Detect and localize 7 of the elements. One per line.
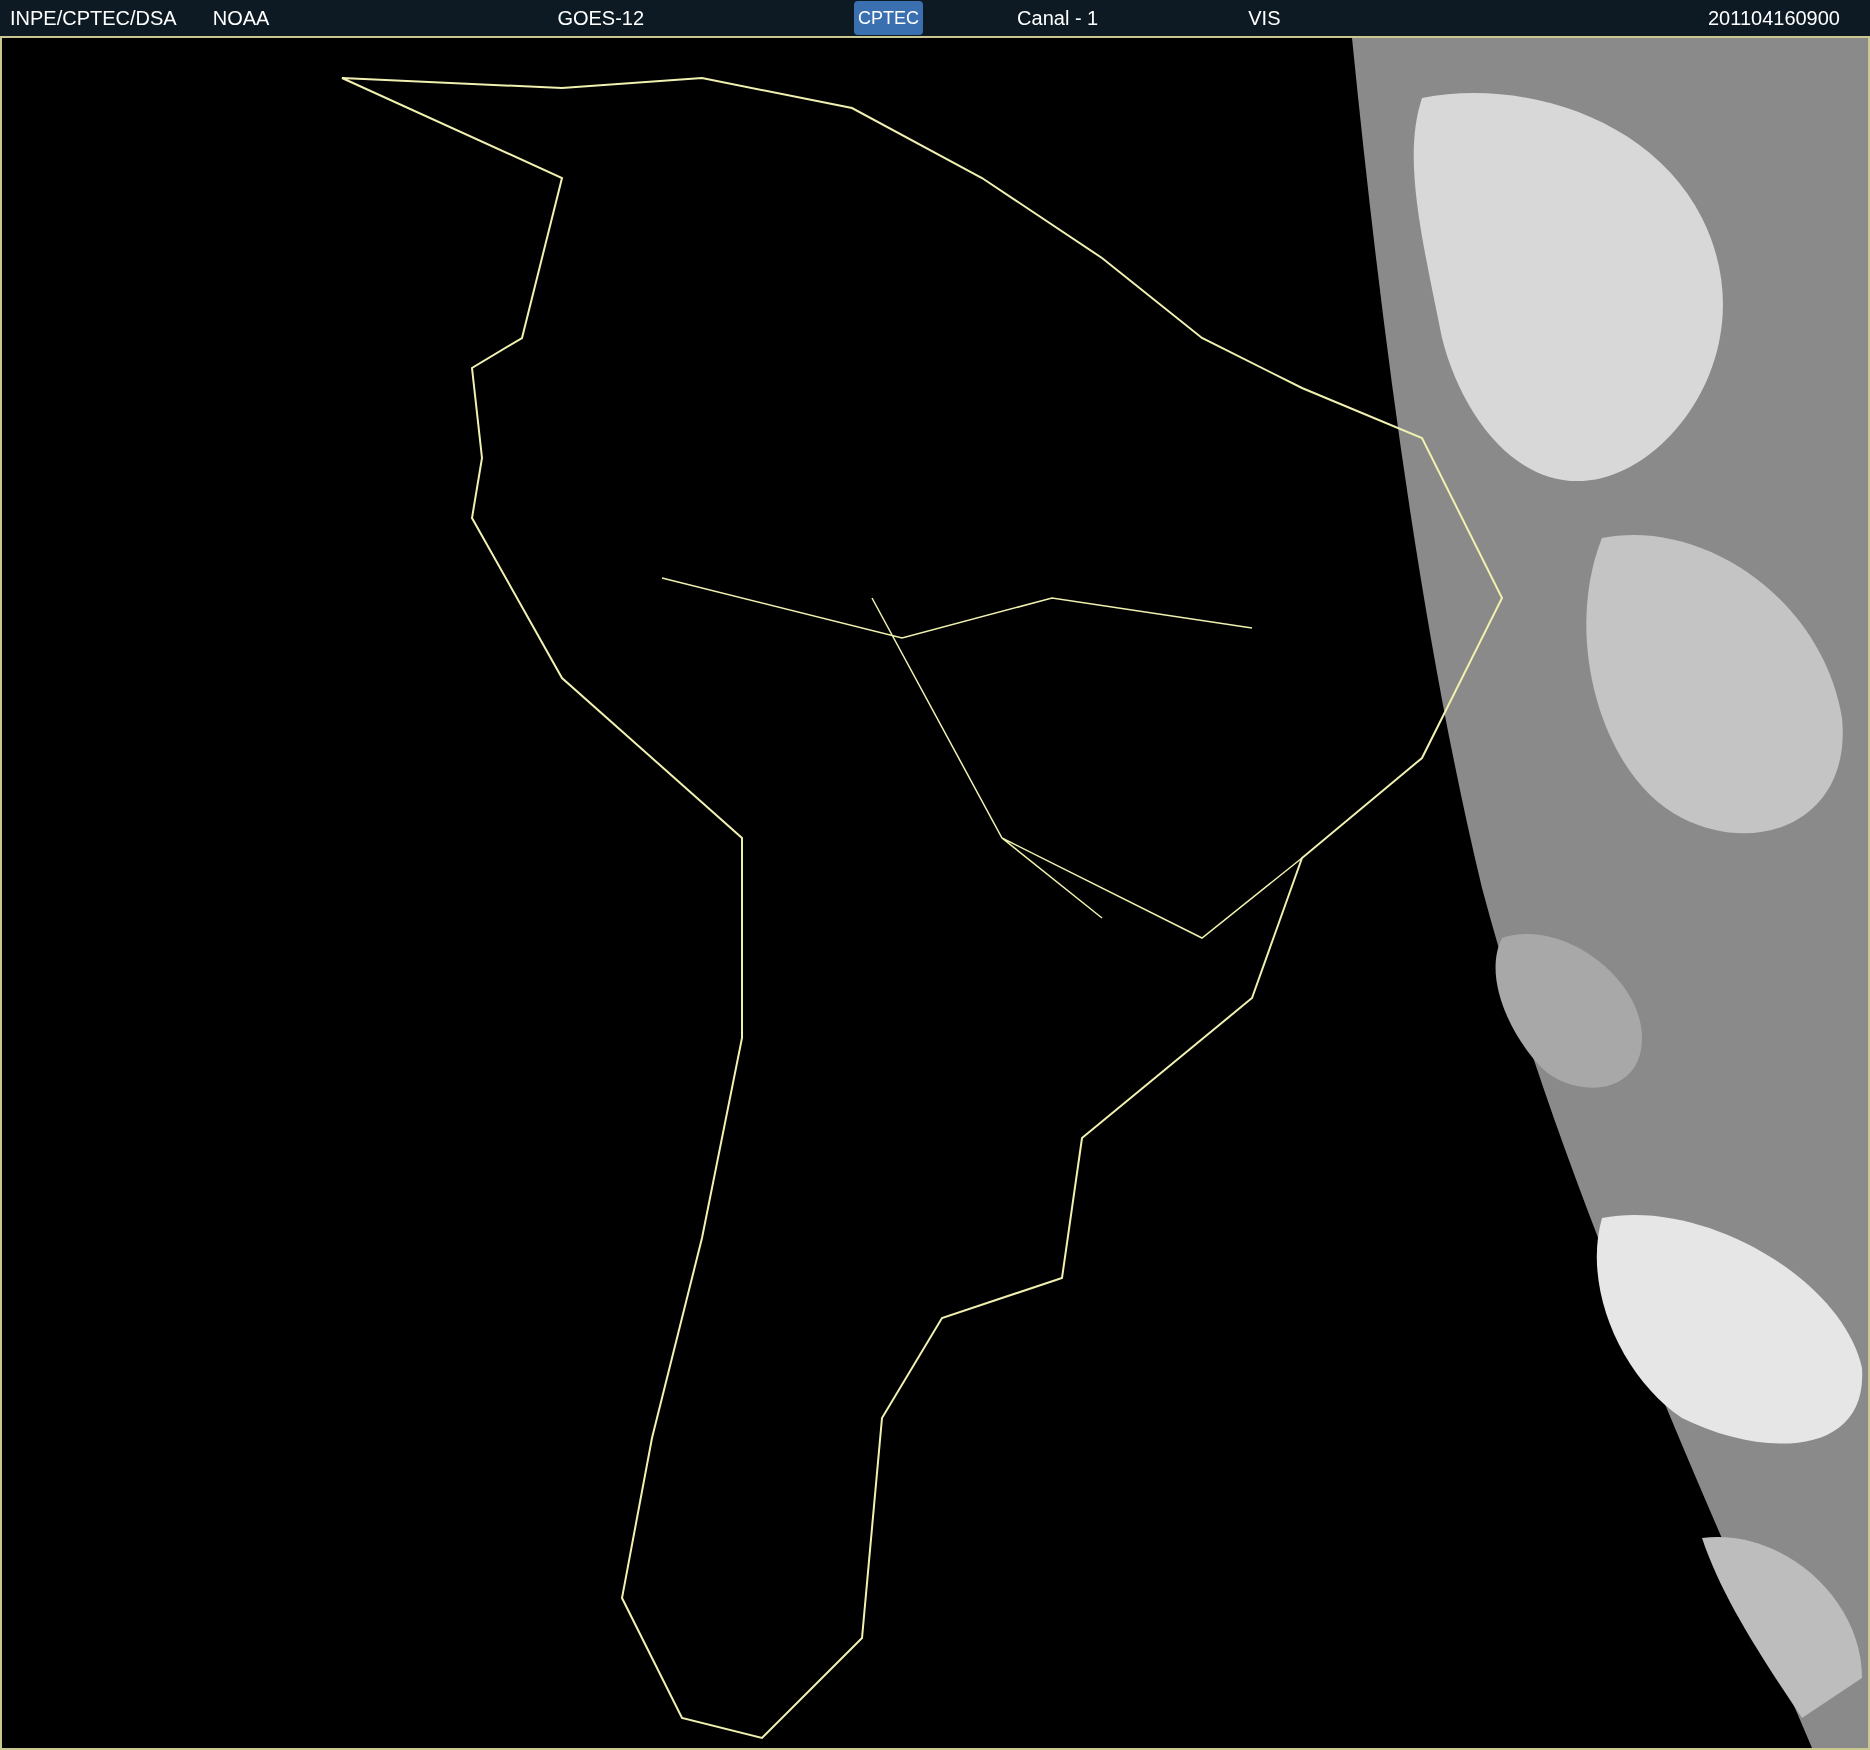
band-label: VIS (1248, 6, 1281, 31)
provider-label: NOAA (212, 6, 270, 31)
logo: CPTEC (854, 1, 924, 35)
agency-label: INPE/CPTEC/DSA (10, 6, 177, 31)
timestamp-label: 201104160900 (1708, 6, 1840, 31)
channel-label: Canal - 1 (1017, 6, 1099, 31)
satellite-label: GOES-12 (557, 6, 645, 31)
